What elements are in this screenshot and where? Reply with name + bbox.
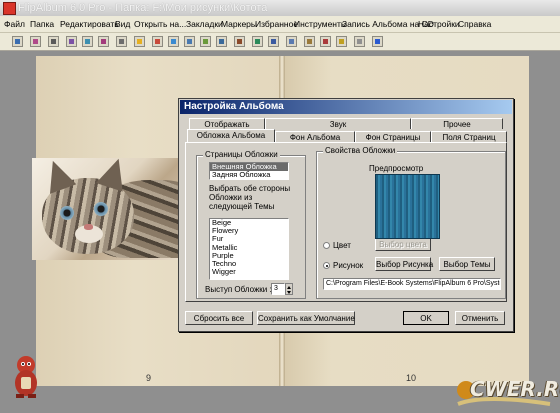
menu-help[interactable]: Справка	[458, 19, 491, 29]
paste-icon[interactable]	[98, 36, 109, 47]
slideshow-icon[interactable]	[252, 36, 263, 47]
choose-color-button[interactable]: Выбор цвета	[375, 237, 431, 251]
grid-icon[interactable]	[216, 36, 227, 47]
choose-theme-button[interactable]: Выбор Темы	[439, 257, 495, 271]
dialog-title: Настройка Альбома	[184, 101, 284, 112]
tab-page-margins[interactable]: Поля Страниц	[431, 131, 507, 142]
mascot-icon[interactable]	[10, 353, 42, 399]
cover-pages-label: Страницы Обложки	[203, 150, 280, 159]
dialog-title-bar[interactable]: Настройка Альбома	[180, 100, 512, 114]
music-icon[interactable]	[268, 36, 279, 47]
cover-preview-image	[375, 174, 440, 239]
undo-icon[interactable]	[116, 36, 127, 47]
menu-bar: Файл Папка Редактировать Вид Открыть на.…	[0, 16, 560, 33]
end-icon[interactable]	[184, 36, 195, 47]
cover-offset-spinner[interactable]	[285, 283, 293, 295]
radio-color-label: Цвет	[333, 241, 351, 250]
tab-display[interactable]: Отображать	[189, 118, 265, 129]
tab-album-background[interactable]: Фон Альбома	[275, 131, 355, 142]
cancel-button[interactable]: Отменить	[455, 311, 505, 325]
menu-edit[interactable]: Редактировать	[60, 19, 119, 29]
cut-icon[interactable]	[66, 36, 77, 47]
zoom-icon[interactable]	[200, 36, 211, 47]
kitten-photo[interactable]	[32, 158, 182, 260]
kitten-nose	[84, 224, 93, 230]
menu-file[interactable]: Файл	[4, 19, 25, 29]
tab-album-cover[interactable]: Обложка Альбома	[187, 129, 275, 142]
app-title-bar: FlipAlbum 6.0 Pro - Папка: F:\Мои рисунк…	[0, 0, 560, 16]
forward-icon[interactable]	[168, 36, 179, 47]
open-icon[interactable]	[12, 36, 23, 47]
home-icon[interactable]	[134, 36, 145, 47]
choose-picture-button[interactable]: Выбор Рисунка	[375, 257, 433, 271]
menu-folder[interactable]: Папка	[30, 19, 54, 29]
album-settings-dialog: Настройка Альбома Отображать Звук Прочее…	[178, 98, 514, 332]
toolbar	[0, 33, 560, 51]
kitten-ear-left	[39, 158, 77, 194]
tab-page-background[interactable]: Фон Страницы	[355, 131, 431, 142]
contents-icon[interactable]	[304, 36, 315, 47]
radio-picture-label: Рисунок	[333, 261, 364, 270]
menu-settings[interactable]: Настройки	[418, 19, 460, 29]
kitten-eye-right	[94, 202, 108, 216]
menu-favorites[interactable]: Избранное	[255, 19, 298, 29]
radio-picture[interactable]	[323, 262, 330, 269]
menu-open-at[interactable]: Открыть на...	[134, 19, 186, 29]
tab-sound[interactable]: Звук	[265, 118, 411, 129]
rotate-icon[interactable]	[234, 36, 245, 47]
spinner-up-icon[interactable]	[287, 286, 291, 289]
theme-item[interactable]: Wigger	[210, 268, 288, 276]
cover-side-list[interactable]: Внешняя Обложка Задняя Обложка	[209, 162, 289, 180]
index-icon[interactable]	[320, 36, 331, 47]
menu-bookmarks[interactable]: Закладки	[186, 19, 223, 29]
cover-offset-input[interactable]: 3	[271, 283, 285, 295]
tab-other[interactable]: Прочее	[411, 118, 503, 129]
help-icon[interactable]	[372, 36, 383, 47]
kitten-eye-left	[60, 206, 74, 220]
cover-properties-label: Свойства Обложки	[323, 146, 398, 155]
cover-offset-label: Выступ Обложки :	[205, 285, 272, 294]
ok-button[interactable]: OK	[403, 311, 449, 325]
reset-all-button[interactable]: Сбросить все	[185, 311, 253, 325]
right-page-number: 10	[406, 373, 417, 383]
preview-label: Предпросмотр	[369, 164, 424, 173]
cd-icon[interactable]	[354, 36, 365, 47]
spinner-down-icon[interactable]	[287, 291, 291, 294]
app-icon	[3, 2, 16, 15]
menu-tools[interactable]: Инструменты	[294, 19, 347, 29]
print-icon[interactable]	[48, 36, 59, 47]
back-icon[interactable]	[152, 36, 163, 47]
theme-hint: Выбрать обе стороны Обложки из следующей…	[209, 184, 291, 211]
edit-icon[interactable]	[286, 36, 297, 47]
cover-side-back[interactable]: Задняя Обложка	[210, 170, 288, 179]
stamp-icon[interactable]	[336, 36, 347, 47]
watermark-text: CWER.RU	[470, 377, 560, 401]
save-as-default-button[interactable]: Сохранить как Умолчание	[257, 311, 355, 325]
theme-list[interactable]: Beige Flowery Fur Metallic Purple Techno…	[209, 218, 289, 280]
window-title: FlipAlbum 6.0 Pro - Папка: F:\Мои рисунк…	[18, 2, 268, 14]
album-cover-panel: Страницы Обложки Внешняя Обложка Задняя …	[185, 142, 507, 302]
save-icon[interactable]	[30, 36, 41, 47]
radio-color[interactable]	[323, 242, 330, 249]
left-page-number: 9	[146, 373, 152, 383]
menu-view[interactable]: Вид	[115, 19, 130, 29]
cover-pages-group: Страницы Обложки Внешняя Обложка Задняя …	[196, 150, 306, 299]
copy-icon[interactable]	[82, 36, 93, 47]
picture-path-field[interactable]: C:\Program Files\E-Book Systems\FlipAlbu…	[323, 278, 501, 290]
menu-markers[interactable]: Маркеры	[221, 19, 257, 29]
